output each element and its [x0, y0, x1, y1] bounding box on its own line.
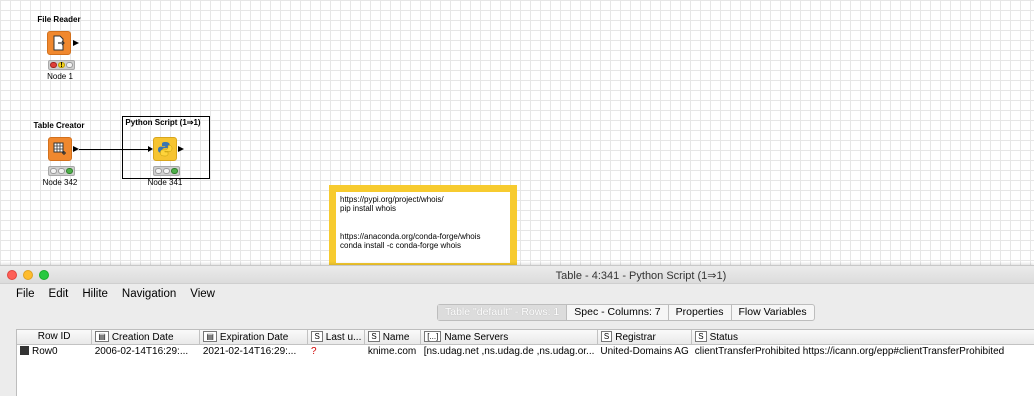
tab-flow-variables[interactable]: Flow Variables	[732, 305, 814, 320]
column-header-expiration-date[interactable]: ▤ Expiration Date	[199, 330, 309, 345]
annotation-line: https://pypi.org/project/whois/	[340, 195, 444, 204]
cell-row-id[interactable]: Row0	[17, 344, 92, 358]
column-header-label: Status	[709, 331, 738, 343]
column-header-label: Creation Date	[111, 331, 174, 343]
table-creator-status	[48, 166, 75, 176]
data-table: Row ID ▤ Creation Date ▤ Expiration Date S…	[17, 330, 1034, 358]
file-reader-label: Node 1	[47, 72, 73, 81]
cell-name-servers[interactable]: [ns.udag.net ,ns.udag.de ,ns.udag.or...	[421, 344, 598, 358]
menu-bar: File Edit Hilite Navigation View	[0, 284, 1034, 304]
column-header-label: Last u...	[325, 331, 362, 343]
python-script-status	[153, 166, 180, 176]
string-type-icon: S	[368, 330, 380, 342]
annotation-line: conda install -c conda-forge whois	[340, 241, 461, 250]
cell-status[interactable]: clientTransferProhibited https://icann.o…	[692, 344, 1034, 358]
status-off-icon	[163, 168, 170, 174]
column-header-name[interactable]: S Name	[364, 330, 422, 345]
file-reader-status: !	[48, 60, 75, 70]
cell-creation-date[interactable]: 2006-02-14T16:29:...	[92, 344, 200, 358]
annotation-line: https://anaconda.org/conda-forge/whois	[340, 232, 481, 241]
cell-last-updated[interactable]: ?	[308, 344, 365, 358]
table-creator-label: Node 342	[42, 178, 78, 187]
column-header-label: Name	[382, 331, 410, 343]
python-script-title: Python Script (1⇒1)	[125, 118, 201, 127]
cell-registrar[interactable]: United-Domains AG	[597, 344, 691, 358]
string-type-icon: S	[311, 330, 323, 342]
column-header-last-updated[interactable]: S Last u...	[307, 330, 366, 345]
file-reader-title: File Reader	[37, 15, 81, 24]
row-marker-icon	[20, 345, 29, 355]
column-header-status[interactable]: S Status	[691, 330, 1034, 345]
output-port-icon[interactable]	[73, 40, 79, 46]
string-type-icon: S	[695, 330, 707, 342]
annotation-line: pip install whois	[340, 204, 397, 213]
column-header-label: Expiration Date	[219, 331, 289, 343]
cell-expiration-date[interactable]: 2021-02-14T16:29:...	[200, 344, 308, 358]
table-view-window: Table - 4:341 - Python Script (1⇒1) File…	[0, 265, 1034, 396]
date-icon: ▤	[95, 330, 109, 342]
menu-file[interactable]: File	[16, 288, 35, 300]
python-script-node[interactable]	[153, 137, 177, 161]
table-creator-icon	[48, 137, 72, 161]
table-creator-node[interactable]	[48, 137, 72, 161]
python-script-label: Node 341	[147, 178, 183, 187]
column-header-row-id[interactable]: Row ID	[17, 330, 93, 345]
status-red-icon	[50, 62, 57, 68]
menu-navigation[interactable]: Navigation	[122, 288, 176, 300]
list-type-icon: [...]	[424, 330, 442, 342]
data-table-area: Row ID ▤ Creation Date ▤ Expiration Date S…	[16, 329, 1034, 396]
python-icon	[153, 137, 177, 161]
cell-text: Row0	[32, 345, 58, 357]
table-row[interactable]: Row0 2006-02-14T16:29:... 2021-02-14T16:…	[17, 344, 1034, 358]
table-header-row: Row ID ▤ Creation Date ▤ Expiration Date S…	[17, 330, 1034, 345]
status-off-icon	[155, 168, 162, 174]
file-reader-icon	[47, 31, 71, 55]
status-off-icon	[58, 168, 65, 174]
column-header-name-servers[interactable]: [...] Name Servers	[420, 330, 598, 345]
tab-table[interactable]: Table "default" - Rows: 1	[438, 305, 568, 320]
date-icon: ▤	[203, 330, 217, 342]
table-creator-title: Table Creator	[33, 121, 85, 130]
warning-icon: !	[58, 62, 65, 69]
string-type-icon: S	[600, 330, 613, 342]
status-off-icon	[66, 62, 73, 68]
column-header-creation-date[interactable]: ▤ Creation Date	[91, 330, 201, 345]
tab-spec[interactable]: Spec - Columns: 7	[567, 305, 669, 320]
tab-properties[interactable]: Properties	[669, 305, 732, 320]
window-titlebar[interactable]: Table - 4:341 - Python Script (1⇒1)	[0, 266, 1034, 284]
window-title: Table - 4:341 - Python Script (1⇒1)	[555, 270, 727, 282]
status-off-icon	[50, 168, 57, 174]
workflow-annotation[interactable]: https://pypi.org/project/whois/ pip inst…	[329, 185, 517, 270]
tab-bar: Table "default" - Rows: 1 Spec - Columns…	[0, 304, 1034, 322]
output-port-icon[interactable]	[178, 146, 184, 152]
menu-view[interactable]: View	[190, 288, 215, 300]
annotation-blank-line	[340, 213, 506, 232]
menu-hilite[interactable]: Hilite	[82, 288, 108, 300]
column-header-registrar[interactable]: S Registrar	[597, 330, 693, 345]
status-green-icon	[66, 168, 73, 174]
menu-edit[interactable]: Edit	[49, 288, 69, 300]
cell-name[interactable]: knime.com	[365, 344, 421, 358]
status-green-icon	[171, 168, 178, 174]
column-header-label: Row ID	[37, 331, 71, 343]
file-reader-node[interactable]	[47, 31, 71, 55]
column-header-label: Name Servers	[444, 331, 509, 343]
column-header-label: Registrar	[615, 331, 656, 343]
